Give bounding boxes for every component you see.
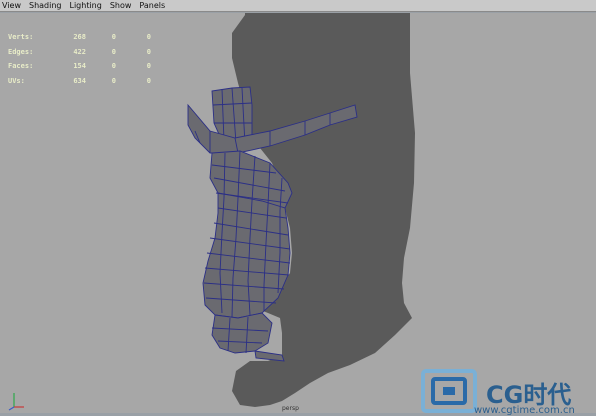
hud-row-edges: Edges: 422 0 0	[8, 45, 151, 60]
hud-value: 0	[146, 62, 151, 70]
menu-view[interactable]: View	[2, 0, 21, 12]
hud-value: 268	[73, 33, 86, 41]
hud-label: UVs:	[8, 76, 25, 85]
perspective-viewport[interactable]: Verts: 268 0 0 Edges: 422 0 0 Faces: 154…	[0, 13, 596, 416]
hud-value: 0	[111, 47, 116, 56]
hud-value: 634	[73, 76, 86, 85]
hud-value: 154	[73, 62, 86, 70]
menu-lighting[interactable]: Lighting	[69, 0, 101, 12]
hud-value: 0	[111, 62, 116, 70]
menu-show[interactable]: Show	[110, 0, 132, 12]
hud-row-verts: Verts: 268 0 0	[8, 30, 151, 45]
hud-row-faces: Faces: 154 0 0	[8, 59, 151, 74]
lip-strip-mesh[interactable]	[254, 350, 285, 362]
hud-value: 0	[146, 33, 151, 41]
poly-count-hud: Verts: 268 0 0 Edges: 422 0 0 Faces: 154…	[8, 30, 151, 88]
hud-value: 0	[111, 76, 116, 85]
watermark-url: www.cgtime.com.cn	[474, 405, 575, 416]
axis-gizmo-icon	[8, 393, 24, 411]
hud-value: 0	[146, 76, 151, 85]
hud-value: 0	[111, 33, 116, 41]
hud-row-uvs: UVs: 634 0 0	[8, 74, 151, 89]
menu-panels[interactable]: Panels	[139, 0, 165, 12]
camera-label: persp	[282, 405, 299, 412]
hud-value: 422	[73, 47, 86, 56]
hud-label: Verts:	[8, 33, 34, 41]
hud-label: Edges:	[8, 47, 34, 56]
menu-shading[interactable]: Shading	[29, 0, 62, 12]
hud-value: 0	[146, 47, 151, 56]
nostril-mesh[interactable]	[211, 312, 273, 354]
cgtime-logo-icon	[421, 369, 477, 413]
hud-label: Faces:	[8, 62, 34, 70]
panel-menu-bar: View Shading Lighting Show Panels	[0, 0, 596, 12]
